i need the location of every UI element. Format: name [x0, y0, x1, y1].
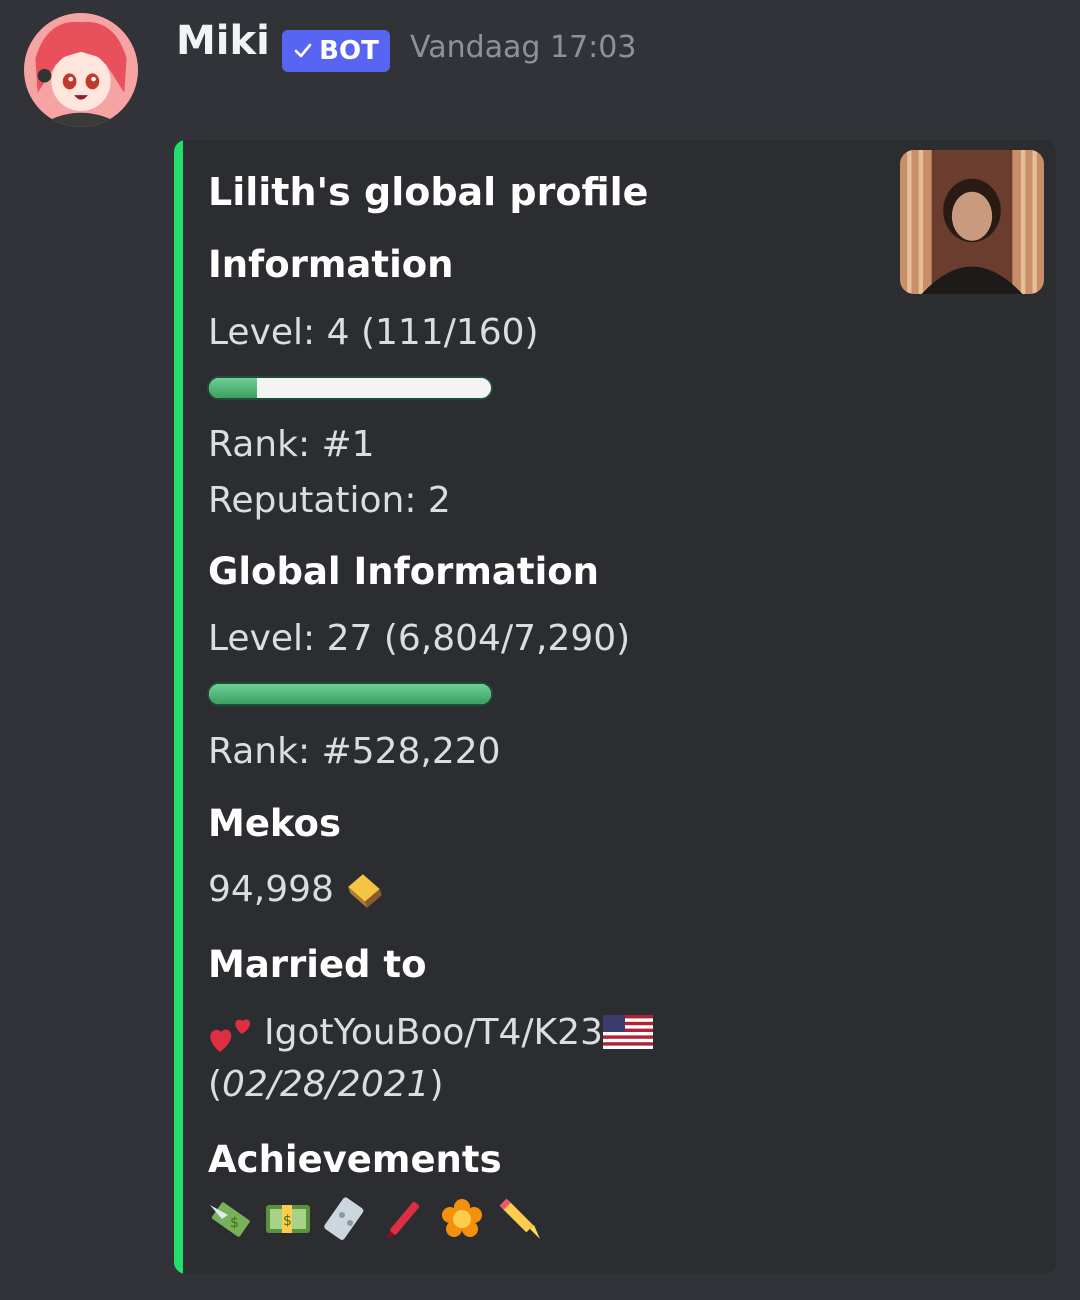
- crayon-icon[interactable]: [380, 1195, 428, 1243]
- author-name[interactable]: Miki: [176, 18, 270, 64]
- marriage-date-row: (02/28/2021): [208, 1064, 444, 1105]
- two-hearts-icon: [206, 1008, 254, 1056]
- message-timestamp[interactable]: Vandaag 17:03: [410, 30, 636, 65]
- local-rank: Rank: #1: [208, 424, 375, 465]
- married-heading: Married to: [208, 943, 427, 986]
- mekos-row: 94,998: [208, 868, 386, 910]
- local-level-progress-fill: [209, 378, 257, 398]
- achievements-list: $ $: [206, 1195, 544, 1243]
- bot-label: BOT: [319, 36, 379, 66]
- meko-coin-icon: [344, 868, 386, 910]
- profile-embed: Lilith's global profile Information Leve…: [174, 140, 1056, 1274]
- reputation: Reputation: 2: [208, 480, 451, 521]
- us-flag-icon: [602, 1015, 653, 1049]
- embed-title: Lilith's global profile: [208, 170, 649, 214]
- global-level-progress-bar: [207, 682, 493, 706]
- ticket-icon[interactable]: [322, 1195, 370, 1243]
- money-with-wings-icon[interactable]: $: [206, 1195, 254, 1243]
- local-level: Level: 4 (111/160): [208, 312, 539, 353]
- married-row: IgotYouBoo/T4/K23: [206, 1008, 653, 1056]
- embed-accent-bar: [174, 140, 183, 1274]
- marriage-date: 02/28/2021: [222, 1064, 430, 1105]
- mekos-heading: Mekos: [208, 802, 341, 845]
- pencil-icon[interactable]: [496, 1195, 544, 1243]
- local-level-progress-bar: [207, 376, 493, 400]
- global-information-heading: Global Information: [208, 550, 600, 593]
- bot-avatar[interactable]: [24, 13, 138, 127]
- svg-text:$: $: [230, 1215, 239, 1231]
- mekos-value: 94,998: [208, 868, 334, 910]
- embed-thumbnail[interactable]: [900, 150, 1044, 294]
- verified-check-icon: [294, 43, 312, 58]
- flower-icon[interactable]: [438, 1195, 486, 1243]
- partner-name: IgotYouBoo/T4/K23: [264, 1011, 603, 1053]
- banknote-icon[interactable]: $: [264, 1195, 312, 1243]
- global-level: Level: 27 (6,804/7,290): [208, 618, 631, 659]
- information-heading: Information: [208, 243, 454, 286]
- achievements-heading: Achievements: [208, 1138, 502, 1181]
- global-level-progress-fill: [209, 684, 491, 704]
- svg-text:$: $: [283, 1213, 292, 1229]
- global-rank: Rank: #528,220: [208, 731, 501, 772]
- bot-badge: BOT: [282, 30, 390, 72]
